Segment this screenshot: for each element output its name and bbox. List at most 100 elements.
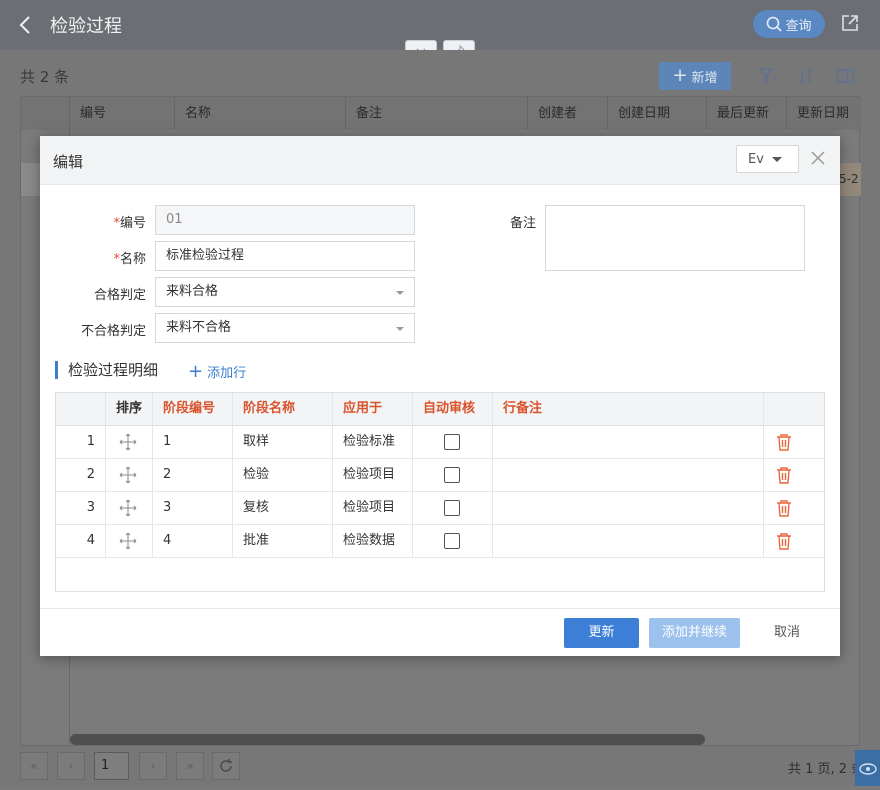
search-icon	[767, 16, 783, 32]
grid-header-cell[interactable]: 创建者	[528, 97, 608, 130]
refresh-icon[interactable]	[212, 752, 240, 780]
remark-label: 备注	[509, 216, 536, 231]
row-remark-cell[interactable]	[493, 459, 764, 491]
eye-icon[interactable]	[855, 750, 880, 786]
record-count: 共 2 条	[20, 68, 70, 86]
fail-judgement-value: 来料不合格	[166, 320, 232, 335]
section-title: 检验过程明细	[55, 361, 158, 379]
horizontal-scrollbar[interactable]	[70, 734, 705, 745]
auto-review-checkbox[interactable]	[444, 499, 460, 516]
auto-review-cell	[413, 459, 493, 491]
language-select[interactable]: Ev	[736, 145, 799, 173]
add-and-continue-button[interactable]: 添加并继续	[649, 618, 740, 648]
detail-header-cell: 阶段编号	[153, 393, 233, 425]
stage-code-cell[interactable]: 3	[153, 492, 233, 524]
delete-icon[interactable]	[764, 459, 824, 491]
search-label: 查询	[785, 18, 812, 34]
row-index: 2	[56, 459, 106, 491]
detail-header: 排序 阶段编号 阶段名称 应用于 自动审核 行备注	[56, 393, 824, 426]
detail-header-cell: 阶段名称	[233, 393, 333, 425]
pass-judgement-select[interactable]: 来料合格	[155, 277, 415, 307]
detail-row[interactable]: 2 2 检验 检验项目	[56, 459, 824, 492]
apply-to-cell[interactable]: 检验数据	[333, 525, 413, 557]
search-button[interactable]: 查询	[753, 10, 825, 38]
drag-handle-icon[interactable]	[106, 525, 153, 557]
detail-row[interactable]: 1 1 取样 检验标准	[56, 426, 824, 459]
detail-table: 排序 阶段编号 阶段名称 应用于 自动审核 行备注 1 1 取样 检验标准 2 2 检验 检验…	[55, 392, 825, 592]
back-icon[interactable]	[0, 0, 50, 50]
code-label: *编号	[113, 216, 146, 231]
stage-name-cell[interactable]: 批准	[233, 525, 333, 557]
grid-header-cell[interactable]: 名称	[175, 97, 346, 130]
detail-row[interactable]: 4 4 批准 检验数据	[56, 525, 824, 558]
add-button[interactable]: + 新增	[659, 62, 731, 90]
top-bar: 检验过程 查询	[0, 0, 880, 50]
edit-dialog: 编辑 Ev *编号 01 *名称 标准检验过程 合格判定 来料合格 不合格判定 …	[40, 136, 840, 656]
close-icon[interactable]	[808, 149, 828, 169]
delete-icon[interactable]	[764, 426, 824, 458]
stage-code-cell[interactable]: 1	[153, 426, 233, 458]
auto-review-checkbox[interactable]	[444, 433, 460, 450]
delete-icon[interactable]	[764, 525, 824, 557]
caret-down-icon	[396, 327, 404, 331]
grid-header-cell[interactable]: 编号	[70, 97, 175, 130]
add-row-label: 添加行	[207, 366, 247, 381]
drag-handle-icon[interactable]	[106, 459, 153, 491]
first-page-icon[interactable]: «	[20, 752, 48, 780]
stage-name-cell[interactable]: 复核	[233, 492, 333, 524]
row-remark-cell[interactable]	[493, 492, 764, 524]
detail-header-cell: 自动审核	[413, 393, 493, 425]
remark-textarea[interactable]	[545, 205, 805, 271]
share-icon[interactable]	[841, 14, 859, 32]
stage-code-cell[interactable]: 4	[153, 525, 233, 557]
drag-handle-icon[interactable]	[106, 492, 153, 524]
apply-to-cell[interactable]: 检验项目	[333, 459, 413, 491]
stage-name-cell[interactable]: 取样	[233, 426, 333, 458]
pass-judgement-value: 来料合格	[166, 284, 219, 299]
apply-to-cell[interactable]: 检验项目	[333, 492, 413, 524]
auto-review-checkbox[interactable]	[444, 532, 460, 549]
filter-icon[interactable]	[758, 66, 778, 86]
stage-name-cell[interactable]: 检验	[233, 459, 333, 491]
caret-down-icon	[396, 291, 404, 295]
fail-judgement-select[interactable]: 来料不合格	[155, 313, 415, 343]
grid-header-cell[interactable]: 备注	[346, 97, 528, 130]
grid-header-cell[interactable]: 最后更新	[707, 97, 787, 130]
detail-header-cell: 排序	[106, 393, 153, 425]
grid-row-date-fragment: 5-2	[839, 163, 861, 196]
plus-icon: +	[188, 360, 204, 382]
stage-code-cell[interactable]: 2	[153, 459, 233, 491]
auto-review-cell	[413, 525, 493, 557]
dialog-title: 编辑	[53, 153, 84, 171]
apply-to-cell[interactable]: 检验标准	[333, 426, 413, 458]
grid-header-blank	[21, 97, 70, 130]
dialog-header: 编辑 Ev	[40, 136, 840, 185]
detail-row[interactable]: 3 3 复核 检验项目	[56, 492, 824, 525]
fail-judgement-label: 不合格判定	[80, 324, 146, 339]
name-field[interactable]: 标准检验过程	[155, 241, 415, 271]
code-field[interactable]: 01	[155, 205, 415, 235]
sort-icon[interactable]	[796, 66, 816, 86]
row-remark-cell[interactable]	[493, 426, 764, 458]
add-row-button[interactable]: + 添加行	[188, 362, 246, 381]
last-page-icon[interactable]: »	[176, 752, 204, 780]
detail-header-cell: 行备注	[493, 393, 764, 425]
row-remark-cell[interactable]	[493, 525, 764, 557]
columns-icon[interactable]	[835, 66, 855, 86]
row-index: 3	[56, 492, 106, 524]
auto-review-checkbox[interactable]	[444, 466, 460, 483]
grid-header-cell[interactable]: 创建日期	[608, 97, 707, 130]
grid-header-cell[interactable]: 更新日期	[787, 97, 861, 130]
drag-handle-icon[interactable]	[106, 426, 153, 458]
cancel-button[interactable]: 取消	[762, 618, 812, 648]
update-button[interactable]: 更新	[564, 618, 639, 648]
grid-header: 编号 名称 备注 创建者 创建日期 最后更新 更新日期	[21, 97, 861, 130]
caret-down-icon	[771, 156, 782, 162]
page-number-input[interactable]: 1	[94, 752, 129, 780]
delete-icon[interactable]	[764, 492, 824, 524]
pass-judgement-label: 合格判定	[93, 288, 146, 303]
add-label: 新增	[691, 70, 718, 86]
prev-page-icon[interactable]: ‹	[57, 752, 85, 780]
next-page-icon[interactable]: ›	[139, 752, 167, 780]
row-index: 4	[56, 525, 106, 557]
